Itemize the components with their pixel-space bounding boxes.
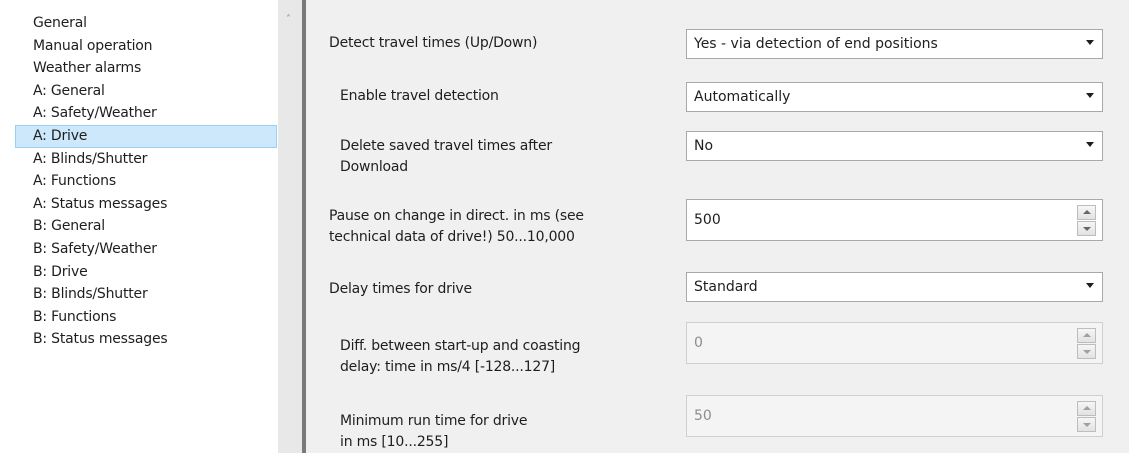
decrement-button[interactable] (1077, 221, 1096, 236)
detect-travel-times-select[interactable]: Yes - via detection of end positions (686, 29, 1103, 59)
pause-change-direction-spinner[interactable]: 500 (686, 199, 1103, 241)
tree-item-manual-operation[interactable]: Manual operation (16, 35, 278, 58)
delete-saved-label-line2: Download (340, 159, 408, 175)
delete-saved-travel-times-label: Delete saved travel times after Download (340, 136, 552, 178)
enable-travel-detection-value: Automatically (694, 89, 791, 105)
arrow-down-icon (1083, 227, 1091, 231)
sidebar-scrollbar[interactable]: ˄ (278, 0, 302, 453)
tree-item-general[interactable]: General (16, 12, 278, 35)
enable-travel-detection-label: Enable travel detection (340, 88, 499, 104)
pause-change-direction-label: Pause on change in direct. in ms (see te… (329, 206, 584, 248)
delete-saved-travel-times-select[interactable]: No (686, 131, 1103, 161)
chevron-down-icon (1086, 142, 1094, 147)
delete-saved-label-line1: Delete saved travel times after (340, 138, 552, 154)
decrement-button (1077, 417, 1096, 432)
tree-item-b-functions[interactable]: B: Functions (16, 306, 278, 329)
pause-change-direction-value: 500 (694, 212, 721, 228)
minimum-run-label-line1: Minimum run time for drive (340, 413, 528, 429)
arrow-down-icon (1083, 423, 1091, 427)
navigation-sidebar: General Manual operation Weather alarms … (0, 0, 302, 453)
decrement-button (1077, 344, 1096, 359)
delete-saved-travel-times-value: No (694, 138, 714, 154)
increment-button (1077, 401, 1096, 416)
tree-item-b-safety-weather[interactable]: B: Safety/Weather (16, 238, 278, 261)
delay-times-value: Standard (694, 279, 758, 295)
tree-item-b-general[interactable]: B: General (16, 215, 278, 238)
detect-travel-times-value: Yes - via detection of end positions (694, 36, 938, 52)
increment-button (1077, 328, 1096, 343)
parameter-panel: Detect travel times (Up/Down) Yes - via … (306, 0, 1129, 453)
chevron-down-icon (1086, 93, 1094, 98)
spinner-buttons (1077, 205, 1096, 236)
spinner-buttons (1077, 328, 1096, 359)
delay-times-label: Delay times for drive (329, 281, 472, 297)
pause-change-label-line1: Pause on change in direct. in ms (see (329, 208, 584, 224)
arrow-up-icon (1083, 333, 1091, 337)
tree-item-weather-alarms[interactable]: Weather alarms (16, 57, 278, 80)
chevron-down-icon (1086, 283, 1094, 288)
arrow-up-icon (1083, 406, 1091, 410)
scroll-up-icon[interactable]: ˄ (286, 14, 291, 25)
minimum-run-time-value: 50 (694, 408, 712, 424)
diff-startup-coasting-spinner: 0 (686, 322, 1103, 364)
diff-startup-coasting-value: 0 (694, 335, 703, 351)
tree-item-b-blinds-shutter[interactable]: B: Blinds/Shutter (16, 283, 278, 306)
tree-item-a-status-messages[interactable]: A: Status messages (16, 193, 278, 216)
parameter-tree: General Manual operation Weather alarms … (15, 12, 278, 351)
tree-item-b-drive[interactable]: B: Drive (16, 261, 278, 284)
tree-item-a-safety-weather[interactable]: A: Safety/Weather (16, 102, 278, 125)
enable-travel-detection-select[interactable]: Automatically (686, 82, 1103, 112)
tree-item-a-functions[interactable]: A: Functions (16, 170, 278, 193)
pause-change-label-line2: technical data of drive!) 50...10,000 (329, 229, 575, 245)
diff-startup-label-line1: Diff. between start-up and coasting (340, 338, 581, 354)
minimum-run-label-line2: in ms [10...255] (340, 434, 449, 450)
minimum-run-time-spinner: 50 (686, 395, 1103, 437)
increment-button[interactable] (1077, 205, 1096, 220)
detect-travel-times-label: Detect travel times (Up/Down) (329, 35, 538, 51)
delay-times-select[interactable]: Standard (686, 272, 1103, 302)
tree-item-a-blinds-shutter[interactable]: A: Blinds/Shutter (16, 148, 278, 171)
tree-item-b-status-messages[interactable]: B: Status messages (16, 328, 278, 351)
chevron-down-icon (1086, 40, 1094, 45)
spinner-buttons (1077, 401, 1096, 432)
tree-item-a-drive[interactable]: A: Drive (15, 124, 277, 148)
tree-item-a-general[interactable]: A: General (16, 80, 278, 103)
diff-startup-coasting-label: Diff. between start-up and coasting dela… (340, 336, 581, 378)
arrow-up-icon (1083, 210, 1091, 214)
diff-startup-label-line2: delay: time in ms/4 [-128...127] (340, 359, 556, 375)
minimum-run-time-label: Minimum run time for drive in ms [10...2… (340, 411, 527, 453)
arrow-down-icon (1083, 350, 1091, 354)
